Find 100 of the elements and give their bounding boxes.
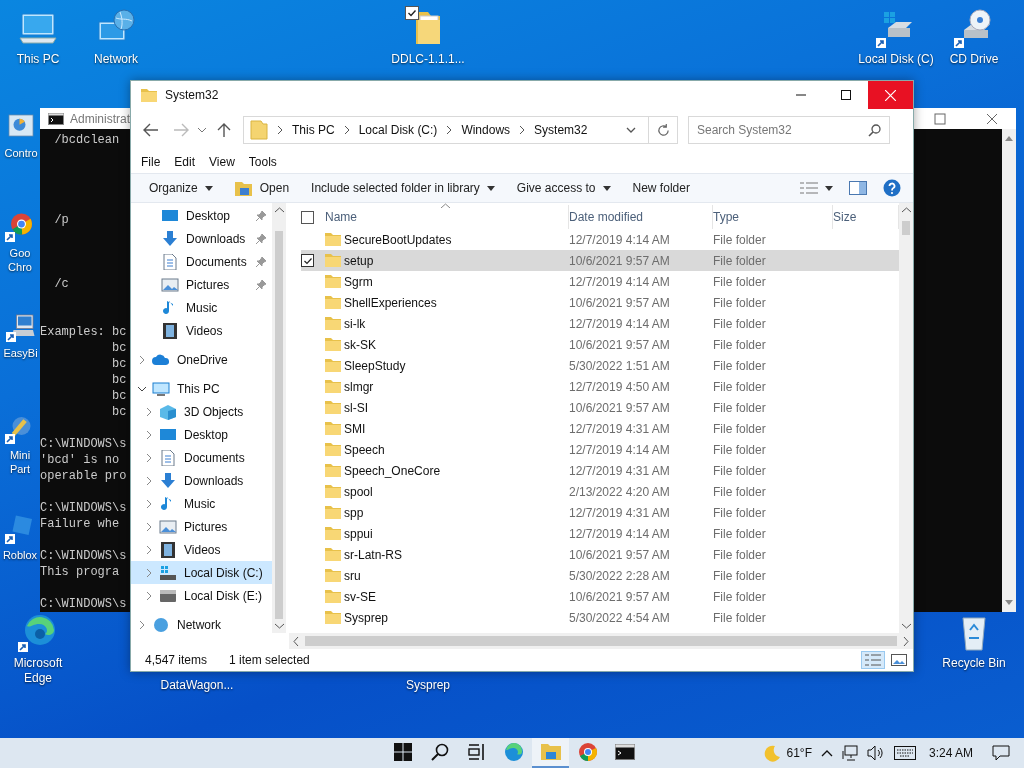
breadcrumb-item[interactable]: System32 (534, 123, 588, 137)
pin-icon[interactable] (256, 233, 266, 244)
nav-item[interactable]: Local Disk (C:) (131, 561, 272, 584)
console-line: bc (111, 372, 127, 388)
file-row[interactable]: sr-Latn-RS 10/6/2021 9:57 AM File folder (301, 544, 899, 565)
nav-item[interactable]: Desktop (131, 423, 272, 446)
toolbar-button[interactable]: Give access to (508, 178, 619, 198)
nav-item[interactable]: Documents (131, 250, 272, 273)
nav-item[interactable]: Downloads (131, 469, 272, 492)
file-row[interactable]: spp 12/7/2019 4:31 AM File folder (301, 502, 899, 523)
file-row[interactable]: Sysprep 5/30/2022 4:54 AM File folder (301, 607, 899, 628)
file-row[interactable]: Speech 12/7/2019 4:14 AM File folder (301, 439, 899, 460)
breadcrumb-item[interactable]: Local Disk (C:) (358, 123, 438, 137)
search-field[interactable]: Search System32 (688, 116, 890, 144)
nav-item[interactable]: Pictures (131, 273, 272, 296)
scrollbar[interactable] (289, 633, 913, 649)
menu-item[interactable]: File (141, 155, 161, 169)
file-row[interactable]: ShellExperiences 10/6/2021 9:57 AM File folder (301, 292, 899, 313)
scroll-right-icon[interactable] (903, 636, 909, 646)
column-header[interactable]: Date modified (569, 205, 713, 229)
open-button[interactable]: Open (226, 177, 298, 199)
file-row[interactable]: setup 10/6/2021 9:57 AM File folder (301, 250, 899, 271)
file-row[interactable]: spool 2/13/2022 4:20 AM File folder (301, 481, 899, 502)
breadcrumb-item[interactable]: This PC (292, 123, 335, 137)
nav-item[interactable]: 3D Objects (131, 400, 272, 423)
nav-item[interactable]: Music (131, 296, 272, 319)
toolbar-button[interactable]: Include selected folder in library (303, 178, 503, 198)
caret-icon[interactable] (626, 127, 636, 133)
nav-item[interactable]: Local Disk (E:) (131, 584, 272, 607)
download-icon (161, 230, 179, 247)
file-row[interactable]: SleepStudy 5/30/2022 1:51 AM File folder (301, 355, 899, 376)
menu-item[interactable]: Tools (248, 155, 277, 169)
checkbox[interactable] (405, 6, 419, 20)
chevron-up-icon[interactable] (820, 749, 833, 757)
scroll-down-icon[interactable] (1005, 600, 1013, 606)
folder-icon (325, 569, 341, 582)
temperature[interactable]: 61°F (786, 746, 812, 760)
file-row[interactable]: sru 5/30/2022 2:28 AM File folder (301, 565, 899, 586)
nav-item[interactable]: Music (131, 492, 272, 515)
help-icon (883, 179, 901, 197)
caret-icon[interactable] (197, 127, 207, 133)
scrollbar[interactable] (899, 203, 913, 633)
column-header[interactable]: Type (713, 205, 833, 229)
scrollbar[interactable] (1002, 129, 1016, 612)
pin-icon[interactable] (256, 256, 266, 267)
up-arrow-icon[interactable] (217, 122, 231, 138)
nav-item[interactable]: Downloads (131, 227, 272, 250)
scroll-left-icon[interactable] (293, 636, 299, 646)
nav-item[interactable]: Pictures (131, 515, 272, 538)
volume-icon[interactable] (866, 745, 885, 761)
nav-item[interactable]: OneDrive (131, 348, 272, 371)
breadcrumb-item[interactable]: Windows (461, 123, 511, 137)
scroll-down-icon[interactable] (274, 623, 284, 629)
file-row[interactable]: sppui 12/7/2019 4:14 AM File folder (301, 523, 899, 544)
scrollbar[interactable] (272, 203, 286, 633)
nav-item[interactable]: Videos (131, 538, 272, 561)
nav-item[interactable]: Documents (131, 446, 272, 469)
pin-icon[interactable] (256, 279, 266, 290)
scrollbar-thumb[interactable] (275, 231, 283, 619)
menu-item[interactable]: Edit (174, 155, 196, 169)
toolbar-button[interactable]: Organize (141, 178, 221, 198)
nav-item[interactable]: This PC (131, 377, 272, 400)
scroll-up-icon[interactable] (901, 207, 911, 213)
checkbox[interactable] (301, 254, 314, 267)
file-row[interactable]: Sgrm 12/7/2019 4:14 AM File folder (301, 271, 899, 292)
back-icon[interactable] (143, 123, 159, 137)
toolbar-button[interactable]: New folder (624, 178, 698, 198)
folder-icon (325, 611, 341, 624)
search-icon (430, 743, 449, 761)
file-row[interactable]: sk-SK 10/6/2021 9:57 AM File folder (301, 334, 899, 355)
pin-icon[interactable] (256, 210, 266, 221)
file-row[interactable]: slmgr 12/7/2019 4:50 AM File folder (301, 376, 899, 397)
file-row[interactable]: SMI 12/7/2019 4:31 AM File folder (301, 418, 899, 439)
scroll-up-icon[interactable] (274, 207, 284, 213)
close-icon[interactable] (986, 112, 998, 125)
file-row[interactable]: si-lk 12/7/2019 4:14 AM File folder (301, 313, 899, 334)
file-row[interactable]: SecureBootUpdates 12/7/2019 4:14 AM File folder (301, 229, 899, 250)
address-bar[interactable]: This PC Local Disk (C:) Windows System32 (243, 116, 678, 144)
nav-item[interactable]: Desktop (131, 204, 272, 227)
nav-item[interactable]: Videos (131, 319, 272, 342)
maximize-icon[interactable] (934, 112, 946, 125)
file-row[interactable]: sl-SI 10/6/2021 9:57 AM File folder (301, 397, 899, 418)
shortcut-arrow-icon (5, 434, 15, 444)
select-all-checkbox[interactable] (301, 210, 314, 224)
file-explorer-taskbar-button[interactable] (532, 738, 569, 768)
menu-item[interactable]: View (209, 155, 235, 169)
keyboard-icon[interactable] (893, 746, 916, 760)
scrollbar-thumb[interactable] (902, 221, 910, 235)
file-row[interactable]: Speech_OneCore 12/7/2019 4:31 AM File folder (301, 460, 899, 481)
scroll-down-icon[interactable] (901, 623, 911, 629)
column-header[interactable]: Name (325, 205, 569, 229)
scroll-up-icon[interactable] (1005, 135, 1013, 141)
console-line: C:\WINDOWS\s (40, 596, 127, 612)
file-row[interactable]: sv-SE 10/6/2021 9:57 AM File folder (301, 586, 899, 607)
notification-icon[interactable] (992, 745, 1010, 761)
clock[interactable]: 3:24 AM (928, 746, 973, 760)
scrollbar-thumb[interactable] (305, 636, 897, 646)
nav-item[interactable]: Network (131, 613, 272, 633)
desktop-icon-label: This PC (16, 52, 60, 67)
search-icon[interactable] (868, 124, 881, 137)
